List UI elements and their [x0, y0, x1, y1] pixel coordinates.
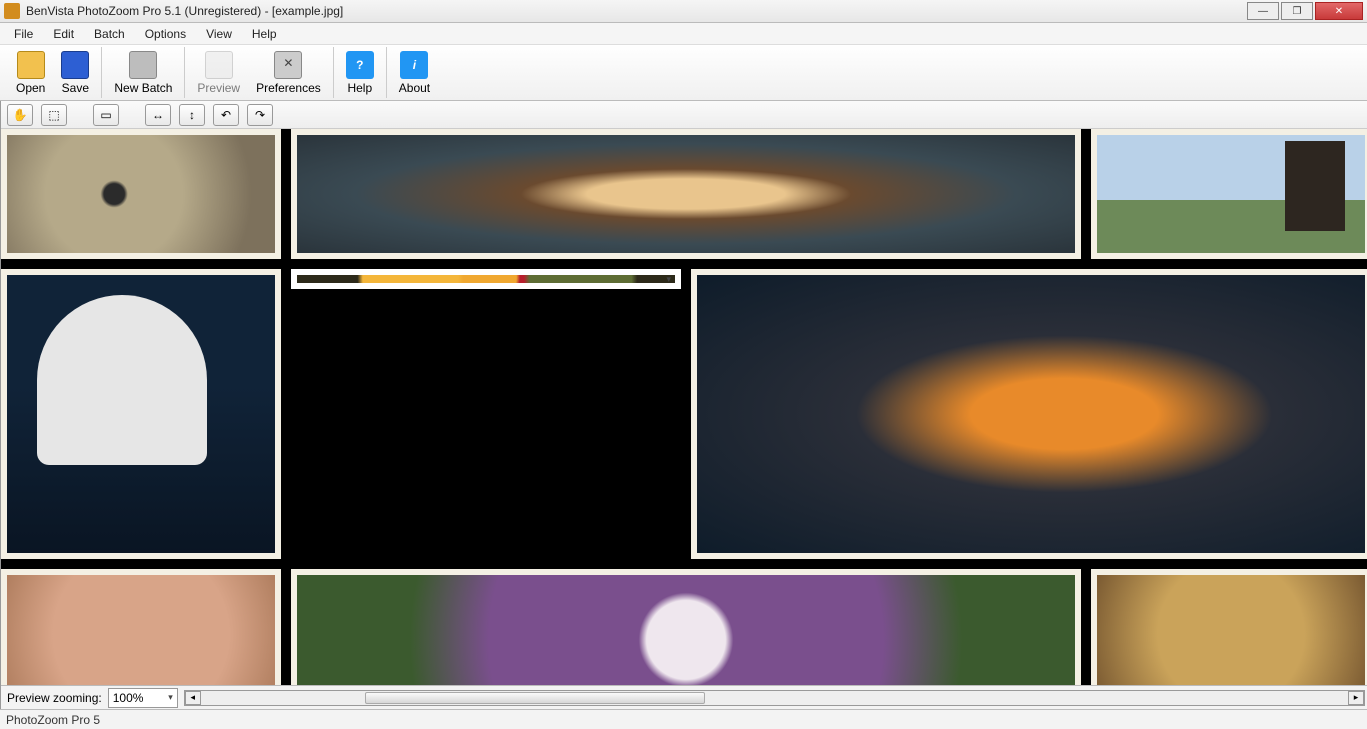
preview-icon	[205, 51, 233, 79]
about-button[interactable]: i About	[391, 49, 438, 97]
preview-footer: Preview zooming: 100% ◂ ▸	[1, 685, 1367, 709]
menubar: File Edit Batch Options View Help	[0, 23, 1367, 45]
flip-vertical[interactable]: ↕	[179, 104, 205, 126]
save-label: Save	[62, 81, 89, 95]
scroll-left-icon[interactable]: ◂	[185, 691, 201, 705]
tile-observatory[interactable]	[1, 269, 281, 559]
rotate-right[interactable]: ↷	[247, 104, 273, 126]
menu-file[interactable]: File	[4, 25, 43, 43]
statusbar: PhotoZoom Pro 5	[0, 709, 1367, 729]
batch-icon	[129, 51, 157, 79]
open-label: Open	[16, 81, 45, 95]
newbatch-label: New Batch	[114, 81, 172, 95]
tile-cat[interactable]	[1, 129, 281, 259]
help-button[interactable]: ? Help	[338, 49, 382, 97]
tile-windmill[interactable]	[1091, 129, 1367, 259]
prefs-label: Preferences	[256, 81, 321, 95]
menu-batch[interactable]: Batch	[84, 25, 135, 43]
prefs-icon	[274, 51, 302, 79]
maximize-button[interactable]: ❐	[1281, 2, 1313, 20]
new-batch-button[interactable]: New Batch	[106, 49, 180, 97]
tile-food[interactable]	[1091, 569, 1367, 685]
zoom-label: Preview zooming:	[7, 691, 102, 705]
tile-face[interactable]	[1, 569, 281, 685]
help-label: Help	[347, 81, 372, 95]
marquee-tool[interactable]: ⬚	[41, 104, 67, 126]
zoom-select[interactable]: 100%	[108, 688, 178, 708]
floppy-icon	[61, 51, 89, 79]
rotate-left[interactable]: ↶	[213, 104, 239, 126]
titlebar: BenVista PhotoZoom Pro 5.1 (Unregistered…	[0, 0, 1367, 23]
preview-label: Preview	[197, 81, 240, 95]
tile-fruit-selected[interactable]	[291, 269, 681, 289]
folder-open-icon	[17, 51, 45, 79]
minimize-button[interactable]: —	[1247, 2, 1279, 20]
about-icon: i	[400, 51, 428, 79]
preview-toolbar: ✋ ⬚ ▭ ↔ ↕ ↶ ↷	[1, 101, 1367, 129]
preferences-button[interactable]: Preferences	[248, 49, 329, 97]
help-icon: ?	[346, 51, 374, 79]
flip-horizontal[interactable]: ↔	[145, 104, 171, 126]
tile-fish[interactable]	[691, 269, 1367, 559]
scroll-thumb[interactable]	[365, 692, 705, 704]
preview-hscroll[interactable]: ◂ ▸	[184, 690, 1365, 706]
status-text: PhotoZoom Pro 5	[6, 713, 100, 727]
open-button[interactable]: Open	[8, 49, 53, 97]
menu-options[interactable]: Options	[135, 25, 196, 43]
zoom-value: 100%	[113, 691, 144, 705]
save-button[interactable]: Save	[53, 49, 97, 97]
menu-help[interactable]: Help	[242, 25, 287, 43]
menu-edit[interactable]: Edit	[43, 25, 84, 43]
preview-canvas[interactable]	[1, 129, 1367, 685]
preview-pane: ✋ ⬚ ▭ ↔ ↕ ↶ ↷ Preview zooming: 100% ◂	[1, 101, 1367, 709]
app-icon	[4, 3, 20, 19]
toolbar: Open Save New Batch Preview Preferences …	[0, 45, 1367, 101]
close-button[interactable]: ✕	[1315, 2, 1363, 20]
scroll-right-icon[interactable]: ▸	[1348, 691, 1364, 705]
tile-shell[interactable]	[291, 129, 1081, 259]
window-title: BenVista PhotoZoom Pro 5.1 (Unregistered…	[26, 4, 343, 18]
about-label: About	[399, 81, 430, 95]
tile-flower[interactable]	[291, 569, 1081, 685]
crop-tool[interactable]: ▭	[93, 104, 119, 126]
preview-button[interactable]: Preview	[189, 49, 248, 97]
menu-view[interactable]: View	[196, 25, 242, 43]
pan-tool[interactable]: ✋	[7, 104, 33, 126]
